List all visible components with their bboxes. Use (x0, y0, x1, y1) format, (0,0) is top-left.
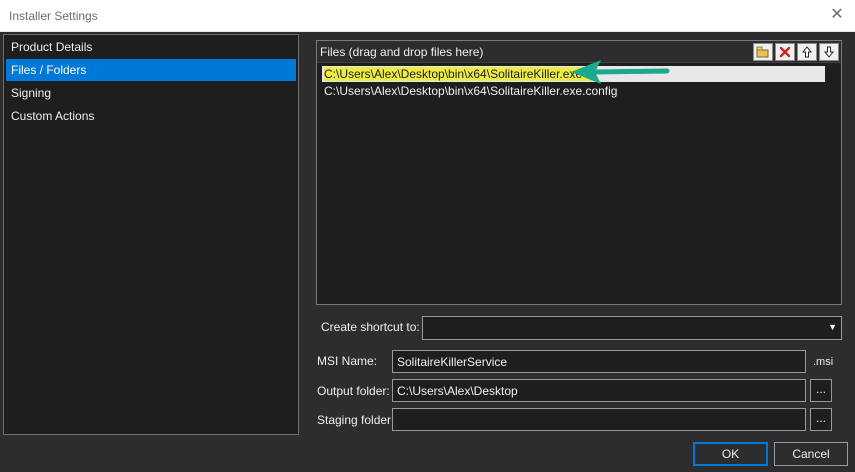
output-folder-label: Output folder: (317, 384, 390, 398)
chevron-down-icon: ▼ (828, 322, 837, 332)
output-folder-browse-button[interactable]: ... (810, 379, 832, 402)
staging-folder-browse-button[interactable]: ... (810, 408, 832, 431)
remove-button[interactable] (775, 43, 795, 61)
move-up-icon (802, 46, 812, 58)
file-list-item[interactable]: C:\Users\Alex\Desktop\bin\x64\SolitaireK… (322, 83, 825, 99)
shortcut-dropdown[interactable]: ▼ (422, 316, 842, 340)
move-down-icon (824, 46, 834, 58)
nav-item-files-folders[interactable]: Files / Folders (6, 59, 296, 81)
close-icon[interactable]: ✕ (829, 7, 845, 23)
file-path: C:\Users\Alex\Desktop\bin\x64\SolitaireK… (324, 84, 618, 98)
output-folder-input[interactable] (392, 379, 806, 402)
nav-item-custom-actions[interactable]: Custom Actions (6, 105, 296, 127)
staging-folder-label: Staging folder: (317, 413, 395, 427)
msi-suffix: .msi (813, 356, 834, 368)
nav-item-product-details[interactable]: Product Details (6, 36, 296, 58)
window-title: Installer Settings (9, 9, 98, 23)
annotation-arrow-icon (571, 60, 670, 84)
add-folder-icon (756, 46, 769, 58)
files-header-label: Files (drag and drop files here) (320, 45, 484, 59)
move-down-button[interactable] (819, 43, 839, 61)
file-path: C:\Users\Alex\Desktop\bin\x64\SolitaireK… (324, 67, 595, 81)
move-up-button[interactable] (797, 43, 817, 61)
msi-name-input[interactable] (392, 350, 806, 373)
shortcut-label: Create shortcut to: (321, 320, 420, 334)
cancel-button[interactable]: Cancel (774, 442, 848, 466)
add-folder-button[interactable] (753, 43, 773, 61)
msi-name-label: MSI Name: (317, 354, 378, 368)
remove-icon (779, 46, 791, 58)
ok-button[interactable]: OK (693, 442, 768, 466)
staging-folder-input[interactable] (392, 408, 806, 431)
settings-nav: Product Details Files / Folders Signing … (3, 34, 299, 435)
nav-item-signing[interactable]: Signing (6, 82, 296, 104)
title-bar: Installer Settings ✕ (0, 0, 855, 32)
